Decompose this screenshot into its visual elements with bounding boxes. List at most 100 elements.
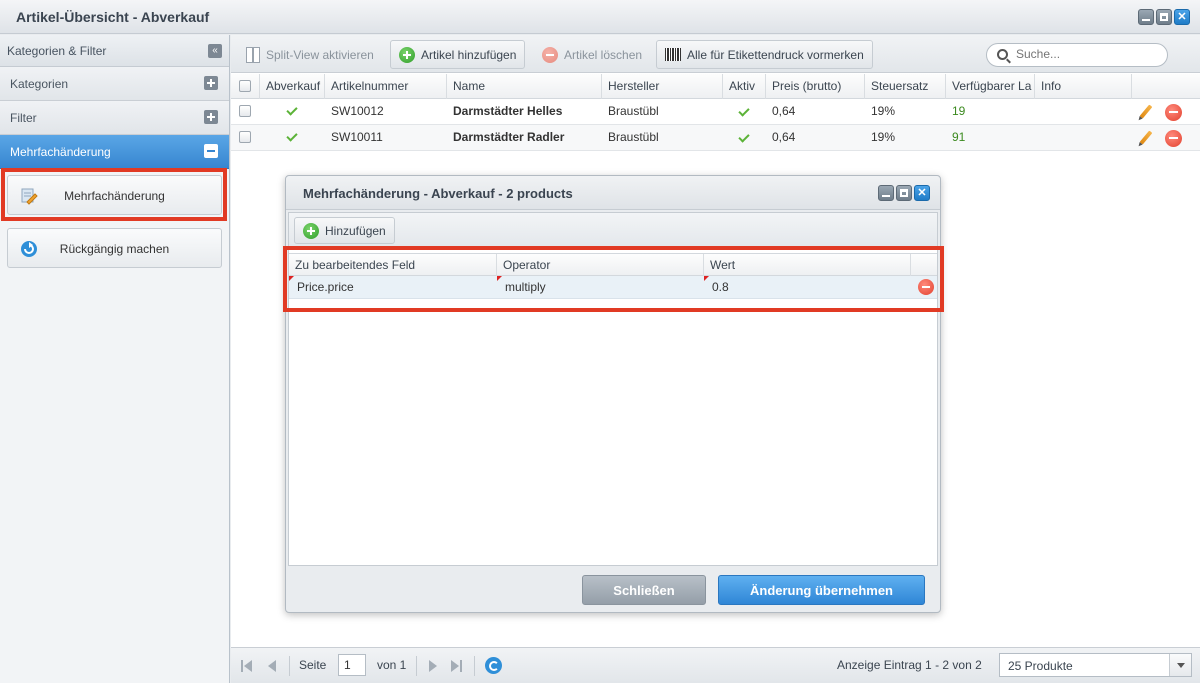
page-number-input[interactable]: 1 [338,654,366,676]
delete-row-icon[interactable] [1165,130,1182,147]
dialog-maximize-button[interactable] [896,185,912,201]
add-article-label: Artikel hinzufügen [421,47,517,62]
cell-preis: 0,64 [772,130,796,144]
dialog-toolbar: Hinzufügen [289,213,937,247]
cell-artikelnummer: SW10011 [331,130,383,144]
dialog-controls: ✕ [878,185,930,201]
sidebar-section-label: Mehrfachänderung [10,145,111,159]
close-dialog-button[interactable]: Schließen [582,575,706,605]
last-page-icon[interactable] [451,660,459,672]
label-print-label: Alle für Etikettendruck vormerken [687,47,864,62]
close-icon: ✕ [1177,11,1187,23]
column-info[interactable]: Info [1035,74,1132,99]
refresh-icon[interactable] [485,657,502,674]
first-page-bar [241,660,243,672]
table-row[interactable]: SW10012 Darmstädter Helles Braustübl 0,6… [231,99,1200,125]
add-row-button[interactable]: Hinzufügen [294,217,395,244]
select-all-checkbox[interactable] [239,80,251,92]
sidebar-header: Kategorien & Filter « [0,35,229,67]
grid-toolbar: Split-View aktivieren Artikel hinzufügen… [231,35,1200,73]
collapse-sidebar-icon[interactable]: « [208,44,222,58]
minimize-icon [879,186,893,200]
column-steuersatz[interactable]: Steuersatz [865,74,946,99]
window-title: Artikel-Übersicht - Abverkauf [16,9,210,25]
undo-button-label: Rückgängig machen [59,242,170,256]
dialog-title-bar: Mehrfachänderung - Abverkauf - 2 product… [286,176,940,210]
cell-name: Darmstädter Radler [453,130,565,144]
delete-article-label: Artikel löschen [564,47,643,62]
cell-hersteller: Braustübl [608,130,659,144]
table-row[interactable]: SW10011 Darmstädter Radler Braustübl 0,6… [231,125,1200,151]
cell-lagerbestand: 91 [952,130,966,144]
cell-lagerbestand: 19 [952,104,966,118]
cell-preis: 0,64 [772,104,796,118]
close-icon: ✕ [917,187,927,199]
row-checkbox[interactable] [239,131,251,143]
label-print-button[interactable]: Alle für Etikettendruck vormerken [656,40,873,69]
dialog-minimize-button[interactable] [878,185,894,201]
edit-pencil-icon[interactable] [1139,104,1153,119]
page-size-value: 25 Produkte [1008,659,1073,673]
sidebar-section-kategorien[interactable]: Kategorien [0,67,229,101]
edit-pencil-icon[interactable] [1139,130,1153,145]
minimize-button[interactable] [1138,9,1154,25]
add-row-label: Hinzufügen [325,223,386,238]
abverkauf-check-icon [286,104,298,116]
highlight-box-sidebar [1,168,227,221]
last-page-bar [460,660,462,672]
barcode-icon [665,48,681,61]
collapse-icon[interactable] [204,144,218,158]
paging-toolbar: Seite 1 von 1 Anzeige Eintrag 1 - 2 von … [231,647,1200,683]
separator [289,656,290,676]
column-artikelnummer[interactable]: Artikelnummer [325,74,447,99]
column-name[interactable]: Name [447,74,602,99]
add-icon [303,222,319,239]
minimize-icon [1139,10,1153,24]
next-page-icon[interactable] [429,660,437,672]
sidebar-section-mehrfachaenderung[interactable]: Mehrfachänderung [0,135,229,169]
active-check-icon [738,105,750,117]
column-hersteller[interactable]: Hersteller [602,74,723,99]
search-field[interactable] [986,43,1168,67]
maximize-button[interactable] [1156,9,1172,25]
add-article-button[interactable]: Artikel hinzufügen [390,40,526,69]
delete-article-button[interactable]: Artikel löschen [533,40,651,69]
select-all-column[interactable] [231,74,260,99]
delete-row-icon[interactable] [1165,104,1182,121]
delete-icon [542,46,558,63]
first-page-icon[interactable] [244,660,252,672]
maximize-icon [897,186,911,200]
cell-name: Darmstädter Helles [453,104,563,118]
column-preis[interactable]: Preis (brutto) [766,74,865,99]
dialog-close-button[interactable]: ✕ [914,185,930,201]
search-icon [997,49,1008,60]
expand-icon[interactable] [204,76,218,90]
undo-button[interactable]: Rückgängig machen [7,228,222,268]
page-label: Seite [299,658,327,672]
separator [474,656,475,676]
column-aktiv[interactable]: Aktiv [723,74,766,99]
search-input[interactable] [1016,47,1156,61]
split-view-button[interactable]: Split-View aktivieren [237,40,383,69]
split-view-label: Split-View aktivieren [266,47,374,62]
apply-changes-button[interactable]: Änderung übernehmen [718,575,925,605]
page-size-select[interactable]: 25 Produkte [999,653,1192,677]
page-of-label: von 1 [377,658,407,672]
abverkauf-check-icon [286,130,298,142]
maximize-icon [1157,10,1171,24]
dialog-title: Mehrfachänderung - Abverkauf - 2 product… [303,186,573,201]
row-checkbox[interactable] [239,105,251,117]
close-button[interactable]: ✕ [1174,9,1190,25]
grid-header: Abverkauf Artikelnummer Name Hersteller … [231,74,1200,99]
expand-icon[interactable] [204,110,218,124]
sidebar-section-filter[interactable]: Filter [0,101,229,135]
column-verfuegbarer-lagerbestand[interactable]: Verfügbarer La [946,74,1035,99]
window-title-bar: Artikel-Übersicht - Abverkauf ✕ [0,0,1200,34]
previous-page-icon[interactable] [268,660,276,672]
cell-steuersatz: 19% [871,130,896,144]
chevron-down-icon[interactable] [1169,654,1191,676]
add-icon [399,46,415,63]
column-actions [1132,74,1200,99]
column-abverkauf[interactable]: Abverkauf [260,74,325,99]
cell-artikelnummer: SW10012 [331,104,384,118]
